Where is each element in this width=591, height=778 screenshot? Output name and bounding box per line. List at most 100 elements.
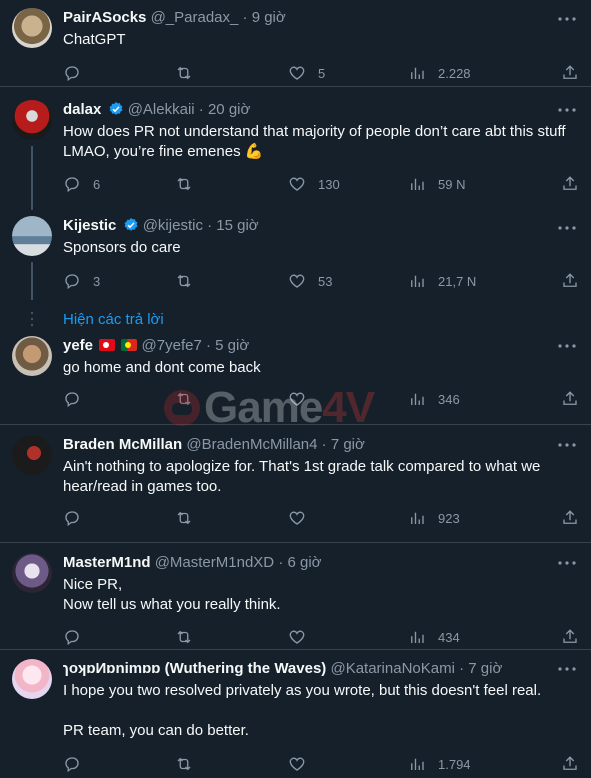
share-button[interactable] bbox=[561, 626, 579, 648]
tweet-1[interactable]: dalax @Alekkaii · 20 giờ How does PR not… bbox=[0, 96, 591, 206]
divider bbox=[0, 542, 591, 543]
reply-button[interactable]: 3 bbox=[63, 270, 100, 292]
views-button[interactable]: 434 bbox=[408, 626, 460, 648]
share-icon bbox=[563, 176, 577, 190]
retweet-button[interactable] bbox=[175, 270, 205, 292]
divider bbox=[0, 424, 591, 425]
avatar[interactable] bbox=[12, 100, 52, 140]
reply-icon bbox=[65, 66, 79, 82]
retweet-button[interactable] bbox=[175, 62, 205, 84]
more-options-icon[interactable] bbox=[557, 435, 577, 455]
more-options-icon[interactable] bbox=[557, 100, 577, 120]
tweet-text: How does PR not understand that majority… bbox=[63, 123, 570, 160]
share-button[interactable] bbox=[561, 753, 579, 775]
retweet-icon bbox=[177, 177, 191, 191]
retweet-button[interactable] bbox=[175, 388, 205, 410]
user-handle[interactable]: @7yefe7 bbox=[142, 337, 202, 354]
reply-button[interactable] bbox=[63, 62, 93, 84]
avatar[interactable] bbox=[12, 659, 52, 699]
view-count: 346 bbox=[438, 391, 460, 407]
avatar[interactable] bbox=[12, 8, 52, 48]
display-name[interactable]: yefe bbox=[63, 337, 93, 354]
tweet-2[interactable]: Kijestic @kijestic · 15 giờ Sponsors do … bbox=[0, 214, 591, 298]
separator-dot: · bbox=[205, 337, 211, 354]
like-button[interactable]: 5 bbox=[288, 62, 325, 84]
more-options-icon[interactable] bbox=[557, 218, 577, 238]
retweet-button[interactable] bbox=[175, 753, 205, 775]
views-button[interactable]: 1.794 bbox=[408, 753, 471, 775]
more-options-icon[interactable] bbox=[557, 9, 577, 29]
retweet-button[interactable] bbox=[175, 507, 205, 529]
timestamp[interactable]: 5 giờ bbox=[215, 337, 249, 354]
tweet-header: yefe @7yefe7 · 5 giờ bbox=[63, 336, 579, 356]
like-button[interactable] bbox=[288, 626, 318, 648]
tweet-text: Sponsors do care bbox=[63, 239, 181, 256]
share-button[interactable] bbox=[561, 388, 579, 410]
user-handle[interactable]: @MasterM1ndXD bbox=[155, 554, 274, 571]
reply-icon bbox=[65, 630, 79, 646]
timestamp[interactable]: 6 giờ bbox=[287, 554, 321, 571]
tweet-3[interactable]: yefe @7yefe7 · 5 giờ go home and dont co… bbox=[0, 336, 591, 422]
avatar[interactable] bbox=[12, 435, 52, 475]
timestamp[interactable]: 15 giờ bbox=[216, 217, 258, 234]
user-handle[interactable]: @BradenMcMillan4 bbox=[186, 436, 317, 453]
more-options-icon[interactable] bbox=[557, 659, 577, 679]
views-button[interactable]: 923 bbox=[408, 507, 460, 529]
tweet-5[interactable]: MasterM1nd @MasterM1ndXD · 6 giờ Nice PR… bbox=[0, 553, 591, 657]
timestamp[interactable]: 7 giờ bbox=[468, 660, 502, 677]
retweet-button[interactable] bbox=[175, 173, 205, 195]
display-name[interactable]: MasterM1nd bbox=[63, 554, 151, 571]
retweet-button[interactable] bbox=[175, 626, 205, 648]
timestamp[interactable]: 9 giờ bbox=[252, 9, 286, 26]
share-button[interactable] bbox=[561, 62, 579, 84]
retweet-icon bbox=[177, 757, 191, 771]
retweet-icon bbox=[177, 392, 191, 406]
user-handle[interactable]: @KatarinaNoKami bbox=[330, 660, 454, 677]
views-button[interactable]: 2.228 bbox=[408, 62, 471, 84]
heart-icon bbox=[289, 177, 305, 191]
tweet-0[interactable]: PairASocks @_Paradax_ · 9 giờ ChatGPT 5 … bbox=[0, 0, 591, 96]
tweet-actions: 923 bbox=[63, 507, 579, 529]
share-button[interactable] bbox=[561, 507, 579, 529]
reply-button[interactable] bbox=[63, 626, 93, 648]
display-name[interactable]: dalax bbox=[63, 101, 101, 118]
like-button[interactable] bbox=[288, 507, 318, 529]
timestamp[interactable]: 20 giờ bbox=[208, 101, 250, 118]
like-button[interactable] bbox=[288, 388, 318, 410]
reply-button[interactable]: 6 bbox=[63, 173, 100, 195]
display-name[interactable]: ɿoʞɒИɒnimɒɒ (Wuthering the Waves) bbox=[63, 660, 326, 677]
avatar[interactable] bbox=[12, 336, 52, 376]
more-options-icon[interactable] bbox=[557, 553, 577, 573]
timestamp[interactable]: 7 giờ bbox=[331, 436, 365, 453]
like-count: 5 bbox=[318, 65, 326, 81]
views-button[interactable]: 21,7 N bbox=[408, 270, 476, 292]
display-name[interactable]: Kijestic bbox=[63, 217, 116, 234]
retweet-icon bbox=[177, 630, 191, 644]
avatar[interactable] bbox=[12, 553, 52, 593]
tweet-6[interactable]: ɿoʞɒИɒnimɒɒ (Wuthering the Waves) @Katar… bbox=[0, 659, 591, 778]
display-name[interactable]: PairASocks bbox=[63, 9, 146, 26]
like-button[interactable]: 130 bbox=[288, 173, 340, 195]
show-replies-link[interactable]: Hiện các trả lời bbox=[63, 311, 164, 328]
reply-icon bbox=[65, 177, 79, 193]
like-button[interactable] bbox=[288, 753, 318, 775]
reply-button[interactable] bbox=[63, 388, 93, 410]
tweet-header: ɿoʞɒИɒnimɒɒ (Wuthering the Waves) @Katar… bbox=[63, 659, 579, 679]
views-button[interactable]: 346 bbox=[408, 388, 460, 410]
display-name[interactable]: Braden McMillan bbox=[63, 436, 182, 453]
share-button[interactable] bbox=[561, 173, 579, 195]
reply-button[interactable] bbox=[63, 507, 93, 529]
more-options-icon[interactable] bbox=[557, 336, 577, 356]
user-handle[interactable]: @Alekkaii bbox=[128, 101, 195, 118]
user-handle[interactable]: @kijestic bbox=[143, 217, 203, 234]
avatar[interactable] bbox=[12, 216, 52, 256]
user-handle[interactable]: @_Paradax_ bbox=[151, 9, 239, 26]
like-button[interactable]: 53 bbox=[288, 270, 332, 292]
reply-button[interactable] bbox=[63, 753, 93, 775]
reply-icon bbox=[65, 274, 79, 290]
tweet-text: Nice PR, Now tell us what you really thi… bbox=[63, 576, 281, 613]
share-button[interactable] bbox=[561, 270, 579, 292]
views-button[interactable]: 59 N bbox=[408, 173, 465, 195]
heart-icon bbox=[289, 630, 305, 644]
tweet-4[interactable]: Braden McMillan @BradenMcMillan4 · 7 giờ… bbox=[0, 435, 591, 539]
